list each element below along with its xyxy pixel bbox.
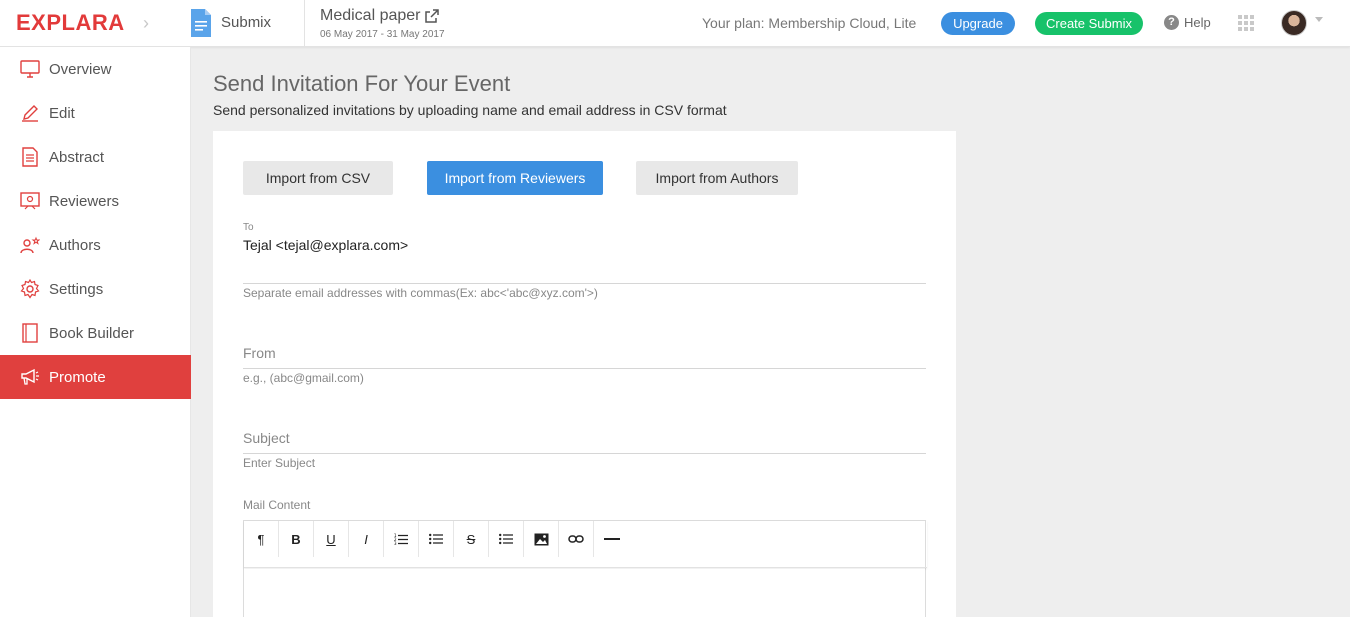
help-link[interactable]: ? Help: [1164, 15, 1211, 30]
mail-content-editor: ¶ B U I 123 S: [243, 520, 927, 617]
paragraph-icon[interactable]: ¶: [244, 521, 279, 557]
ordered-list-icon[interactable]: 123: [384, 521, 419, 557]
top-header: EXPLARA › Submix Medical paper 06 May 20…: [0, 0, 1350, 47]
apps-grid-icon[interactable]: [1238, 15, 1254, 31]
sidebar-item-reviewers[interactable]: Reviewers: [0, 179, 191, 223]
submix-document-icon: [191, 9, 211, 37]
authors-icon: [20, 235, 40, 255]
to-hint: Separate email addresses with commas(Ex:…: [243, 286, 598, 300]
document-icon: [20, 147, 40, 167]
link-icon[interactable]: [559, 521, 594, 557]
subject-underline: [243, 453, 926, 454]
import-authors-button[interactable]: Import from Authors: [636, 161, 798, 195]
sidebar-item-label: Abstract: [49, 148, 105, 166]
header-divider: [304, 0, 305, 47]
help-icon: ?: [1164, 15, 1179, 30]
import-csv-button[interactable]: Import from CSV: [243, 161, 393, 195]
megaphone-icon: [20, 367, 40, 387]
sidebar-item-label: Book Builder: [49, 324, 135, 342]
event-title-text: Medical paper: [320, 7, 421, 24]
horizontal-rule-icon[interactable]: [594, 521, 629, 557]
sidebar-item-edit[interactable]: Edit: [0, 91, 191, 135]
external-link-icon[interactable]: [424, 9, 439, 23]
sidebar-item-label: Settings: [49, 280, 104, 298]
monitor-icon: [20, 59, 40, 79]
import-reviewers-button[interactable]: Import from Reviewers: [427, 161, 603, 195]
sidebar-item-overview[interactable]: Overview: [0, 47, 191, 91]
image-icon[interactable]: [524, 521, 559, 557]
book-icon: [20, 323, 40, 343]
invitation-form-card: Import from CSV Import from Reviewers Im…: [213, 131, 956, 617]
reviewers-icon: [20, 191, 40, 211]
caret-down-icon[interactable]: [1315, 17, 1323, 22]
product-label[interactable]: Submix: [221, 14, 271, 31]
subject-field[interactable]: Subject: [243, 430, 290, 446]
bold-icon[interactable]: B: [279, 521, 314, 557]
gear-icon: [20, 279, 40, 299]
create-submix-button[interactable]: Create Submix: [1035, 12, 1143, 35]
sidebar-item-settings[interactable]: Settings: [0, 267, 191, 311]
event-title[interactable]: Medical paper: [320, 7, 439, 25]
underline-icon[interactable]: U: [314, 521, 349, 557]
plan-text: Your plan: Membership Cloud, Lite: [702, 15, 917, 31]
pencil-icon: [20, 103, 40, 123]
from-hint: e.g., (abc@gmail.com): [243, 371, 364, 385]
sidebar-item-authors[interactable]: Authors: [0, 223, 191, 267]
sidebar-item-abstract[interactable]: Abstract: [0, 135, 191, 179]
sidebar-item-label: Promote: [49, 368, 106, 386]
strikethrough-icon[interactable]: S: [454, 521, 489, 557]
sidebar: Overview Edit Abstract Reviewers Authors…: [0, 47, 191, 617]
help-label: Help: [1184, 15, 1211, 30]
to-label: To: [243, 222, 254, 233]
chevron-right-icon: ›: [143, 13, 149, 33]
mail-content-label: Mail Content: [243, 498, 311, 512]
to-field[interactable]: Tejal <tejal@explara.com>: [243, 237, 408, 253]
page-subtitle: Send personalized invitations by uploadi…: [213, 102, 727, 118]
sidebar-item-promote[interactable]: Promote: [0, 355, 191, 399]
bullet-list-icon[interactable]: [419, 521, 454, 557]
sidebar-item-label: Reviewers: [49, 192, 120, 210]
sidebar-item-book-builder[interactable]: Book Builder: [0, 311, 191, 355]
logo-text: EXPLARA: [16, 10, 125, 35]
list-icon[interactable]: [489, 521, 524, 557]
avatar[interactable]: [1281, 10, 1307, 36]
event-dates: 06 May 2017 - 31 May 2017: [320, 29, 445, 40]
to-underline: [243, 283, 926, 284]
sidebar-item-label: Edit: [49, 104, 75, 122]
subject-hint: Enter Subject: [243, 456, 316, 470]
from-underline: [243, 368, 926, 369]
sidebar-item-label: Overview: [49, 60, 112, 78]
editor-toolbar: ¶ B U I 123 S: [244, 521, 927, 568]
svg-text:3: 3: [394, 541, 397, 545]
italic-icon[interactable]: I: [349, 521, 384, 557]
page-title: Send Invitation For Your Event: [213, 71, 511, 96]
explara-logo[interactable]: EXPLARA: [16, 10, 125, 36]
editor-body[interactable]: [244, 569, 925, 617]
from-field[interactable]: From: [243, 345, 276, 361]
upgrade-button[interactable]: Upgrade: [941, 12, 1015, 35]
sidebar-item-label: Authors: [49, 236, 101, 254]
